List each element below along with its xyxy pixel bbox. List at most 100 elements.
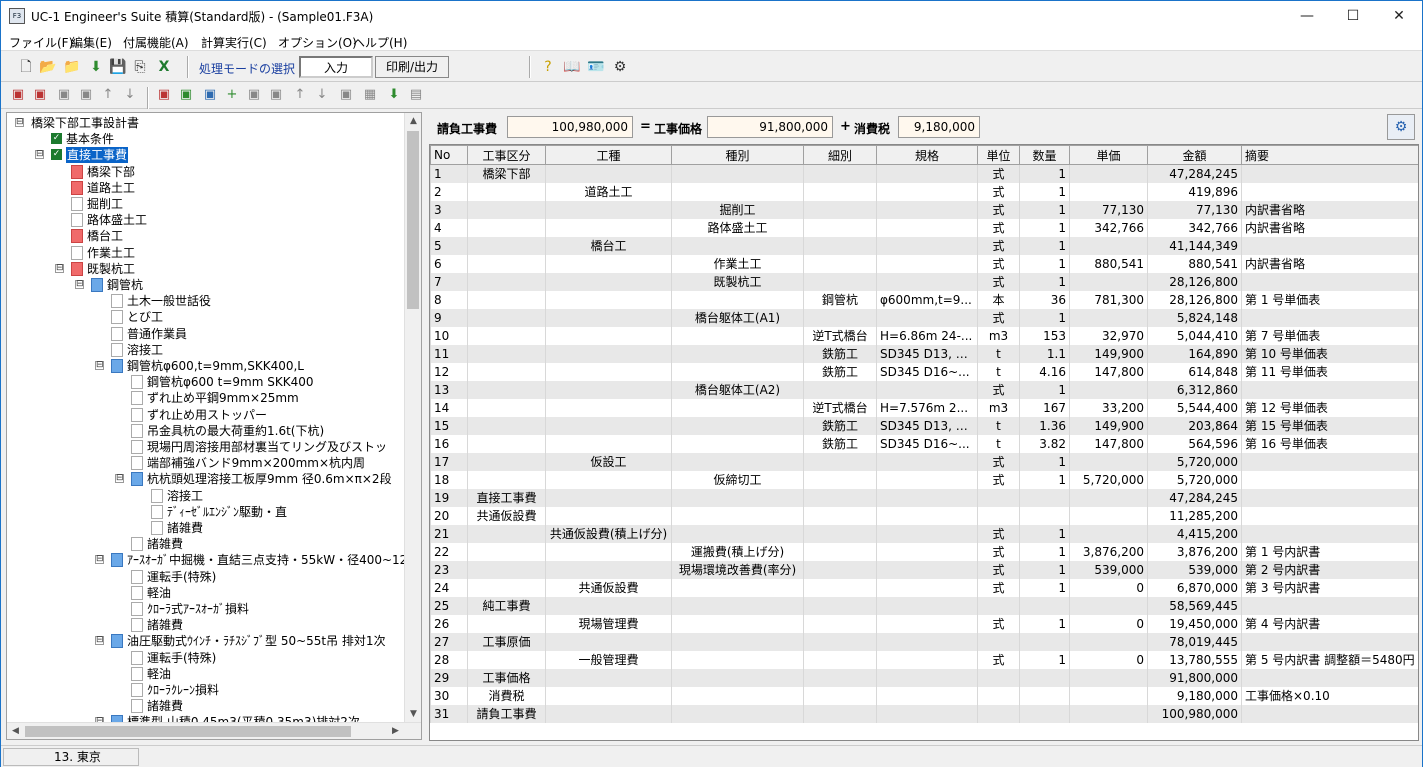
cell-category[interactable]: 路体盛土工 [671,218,804,237]
table-row[interactable]: 14 逆T式橋台 H=7.576m 2... m3 167 33,200 5,544,400… [430,398,1418,417]
cell-specification[interactable] [876,218,978,237]
cell-work-division[interactable] [467,200,546,219]
cell-remarks[interactable] [1241,236,1418,255]
tree-item[interactable]: 軽油 [7,585,405,601]
cell-no[interactable]: 1 [430,164,468,183]
cell-unit-price[interactable]: 147,800 [1069,434,1148,453]
tree-item[interactable]: 溶接工 [7,488,405,504]
cell-quantity[interactable] [1019,488,1070,507]
cell-remarks[interactable] [1241,506,1418,525]
cell-remarks[interactable]: 第 1 号単価表 [1241,290,1418,309]
cell-work-division[interactable] [467,524,546,543]
collapse-icon[interactable]: ⊟ [55,263,64,273]
cell-work-type[interactable] [545,272,672,291]
collapse-icon[interactable]: ⊟ [95,555,104,565]
cell-no[interactable]: 9 [430,308,468,327]
cell-specification[interactable] [876,452,978,471]
table-row[interactable]: 15 鉄筋工 SD345 D13, 1... t 1.36 149,900 203,864 第… [430,416,1418,435]
cell-work-division[interactable] [467,272,546,291]
open-folder-icon[interactable]: 📂 [39,58,57,76]
cell-no[interactable]: 15 [430,416,468,435]
cell-amount[interactable]: 5,720,000 [1147,470,1242,489]
cell-no[interactable]: 10 [430,326,468,345]
add-row-icon[interactable]: ▣ [177,86,195,104]
tree-item[interactable]: 現場円周溶接用部材裏当てリング及びストッ [7,439,405,455]
cell-unit[interactable]: 式 [977,452,1020,471]
cell-unit[interactable]: 式 [977,578,1020,597]
save-as-icon[interactable]: ⎘ [131,58,149,76]
cell-category[interactable]: 運搬費(積上げ分) [671,542,804,561]
col-header-no[interactable]: No [430,145,468,165]
cell-work-division[interactable] [467,434,546,453]
cell-category[interactable]: 現場環境改善費(率分) [671,560,804,579]
scroll-left-icon[interactable]: ◀ [7,723,24,739]
cell-remarks[interactable] [1241,308,1418,327]
cell-specification[interactable] [876,200,978,219]
tree-item[interactable]: ⊟ 橋梁下部工事設計書 [7,115,405,131]
id-card-icon[interactable]: 🪪 [587,58,605,76]
cell-category[interactable] [671,686,804,705]
cell-specification[interactable]: SD345 D16~... [876,434,978,453]
cell-unit[interactable]: 式 [977,218,1020,237]
cell-subcategory[interactable]: 逆T式橋台 [803,398,877,417]
cell-unit[interactable]: 式 [977,200,1020,219]
cell-quantity[interactable]: 1 [1019,650,1070,669]
cell-subcategory[interactable] [803,650,877,669]
cell-subcategory[interactable]: 鋼管杭 [803,290,877,309]
cell-work-division[interactable] [467,362,546,381]
cell-remarks[interactable]: 内訳書省略 [1241,200,1418,219]
cell-subcategory[interactable] [803,542,877,561]
tree-vertical-scrollbar[interactable]: ▲ ▼ [404,113,421,723]
cell-specification[interactable] [876,272,978,291]
cell-quantity[interactable]: 1 [1019,308,1070,327]
cell-subcategory[interactable]: 鉄筋工 [803,416,877,435]
cell-subcategory[interactable] [803,470,877,489]
tree-item[interactable]: 軽油 [7,666,405,682]
cut-icon[interactable]: ▣ [55,86,73,104]
cell-unit[interactable] [977,488,1020,507]
cell-unit-price[interactable] [1069,596,1148,615]
cell-work-division[interactable]: 橋梁下部 [467,164,546,183]
cell-remarks[interactable] [1241,272,1418,291]
cell-remarks[interactable] [1241,182,1418,201]
cell-no[interactable]: 16 [430,434,468,453]
cell-unit-price[interactable] [1069,704,1148,723]
cell-amount[interactable]: 5,720,000 [1147,452,1242,471]
cell-category[interactable] [671,236,804,255]
cell-category[interactable] [671,596,804,615]
cell-work-division[interactable] [467,380,546,399]
cell-no[interactable]: 31 [430,704,468,723]
add-item-icon[interactable]: ▣ [9,86,27,104]
cell-subcategory[interactable] [803,524,877,543]
cell-quantity[interactable] [1019,596,1070,615]
cell-amount[interactable]: 47,284,245 [1147,164,1242,183]
cell-work-division[interactable] [467,398,546,417]
cell-quantity[interactable]: 1 [1019,272,1070,291]
cell-unit-price[interactable]: 0 [1069,650,1148,669]
cell-unit-price[interactable]: 32,970 [1069,326,1148,345]
document-icon[interactable]: ▣ [337,86,355,104]
cell-work-division[interactable] [467,182,546,201]
cell-unit[interactable]: 式 [977,164,1020,183]
cell-work-division[interactable]: 工事価格 [467,668,546,687]
cell-amount[interactable]: 78,019,445 [1147,632,1242,651]
cell-remarks[interactable]: 第 10 号単価表 [1241,344,1418,363]
col-header-work-division[interactable]: 工事区分 [467,145,546,165]
cell-subcategory[interactable] [803,164,877,183]
cell-work-division[interactable] [467,218,546,237]
cell-no[interactable]: 22 [430,542,468,561]
cell-amount[interactable]: 203,864 [1147,416,1242,435]
cell-unit-price[interactable] [1069,236,1148,255]
cell-no[interactable]: 27 [430,632,468,651]
open-project-icon[interactable]: 📁 [63,58,81,76]
tree-item[interactable]: 運転手(特殊) [7,650,405,666]
table-row[interactable]: 8 鋼管杭 φ600mm,t=9... 本 36 781,300 28,126,800 第 1… [430,290,1418,309]
tree-horizontal-scrollbar[interactable]: ◀ ▶ [7,722,421,739]
cell-no[interactable]: 28 [430,650,468,669]
delete-item-icon[interactable]: ▣ [31,86,49,104]
cell-work-type[interactable]: 共通仮設費(積上げ分) [545,524,672,543]
tree-item[interactable]: ずれ止め平鋼9mm×25mm [7,390,405,406]
checkbox-icon[interactable]: ✓ [51,149,62,161]
tree-item[interactable]: ⊟ 鋼管杭 [7,277,405,293]
cell-work-type[interactable] [545,380,672,399]
